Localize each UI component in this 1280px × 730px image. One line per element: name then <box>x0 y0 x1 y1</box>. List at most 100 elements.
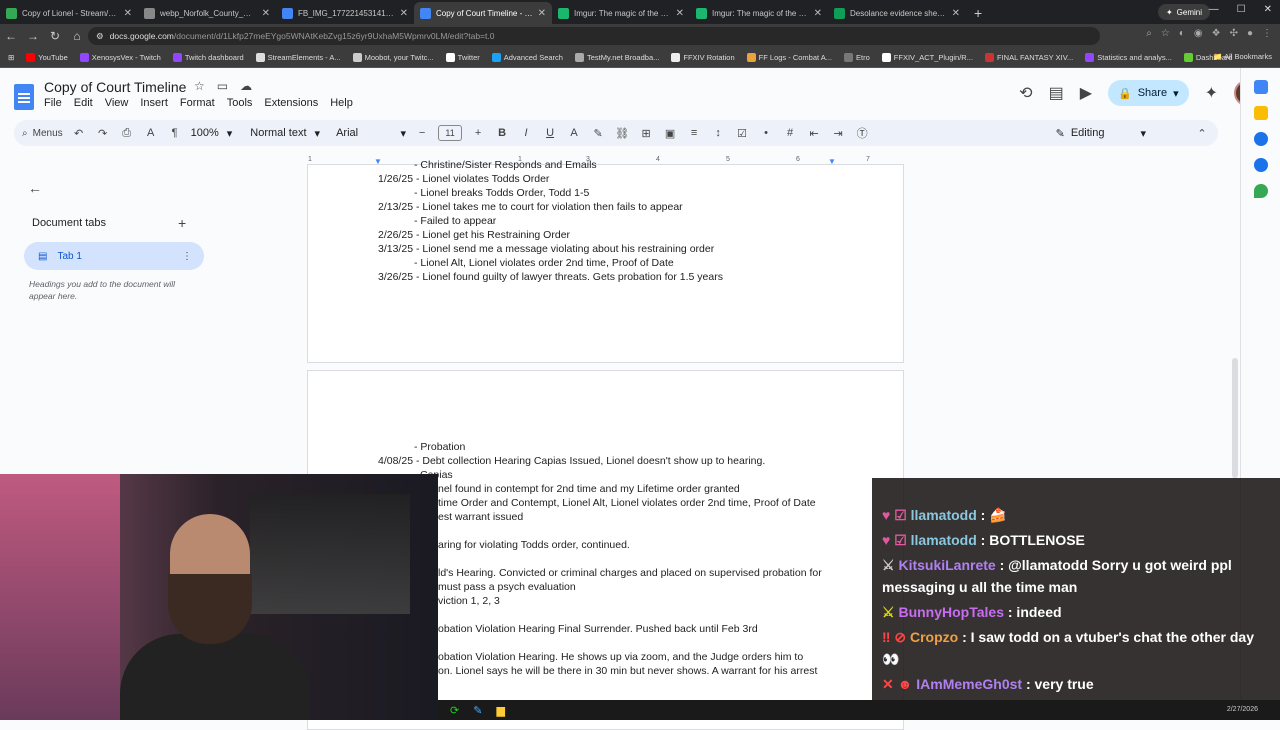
star-icon[interactable]: ☆ <box>194 79 205 93</box>
extension-icon[interactable]: ◐ <box>1179 28 1185 39</box>
bookmark[interactable]: FINAL FANTASY XIV... <box>984 53 1073 62</box>
extension-icon[interactable]: ❖ <box>1212 28 1221 39</box>
underline-icon[interactable]: U <box>542 127 558 139</box>
home-icon[interactable]: ⌂ <box>66 29 88 43</box>
chevron-up-icon[interactable]: ⌃ <box>1194 127 1210 140</box>
tasks-icon[interactable] <box>1253 132 1268 146</box>
cloud-icon[interactable]: ☁ <box>240 79 252 93</box>
decrease-font-icon[interactable]: − <box>414 127 430 139</box>
link-icon[interactable]: ⛓ <box>614 127 630 140</box>
minimize-icon[interactable]: — <box>1209 4 1219 15</box>
close-window-icon[interactable]: ✕ <box>1264 4 1272 15</box>
zoom-select[interactable]: 100% ▾ <box>191 127 233 140</box>
redo-icon[interactable]: ↷ <box>95 127 111 140</box>
comments-icon[interactable]: ▤ <box>1049 83 1064 103</box>
menu-tools[interactable]: Tools <box>227 97 253 109</box>
back-arrow-icon[interactable]: ← <box>28 180 42 196</box>
increase-indent-icon[interactable]: ⇥ <box>830 127 846 140</box>
folder-icon[interactable]: ▆ <box>496 704 504 717</box>
calendar-icon[interactable] <box>1253 80 1268 94</box>
paint-format-icon[interactable]: ¶ <box>167 127 183 139</box>
clear-formatting-icon[interactable]: Ⓣ <box>854 125 870 141</box>
profile-icon[interactable]: ● <box>1247 28 1253 39</box>
gemini-spark-icon[interactable]: ✦ <box>1205 83 1218 103</box>
editing-mode-select[interactable]: ✎ Editing ▾ <box>1056 127 1186 140</box>
bold-icon[interactable]: B <box>494 127 510 139</box>
add-tab-icon[interactable]: + <box>178 215 186 231</box>
browser-tab[interactable]: Imgur: The magic of the Intern ✕ <box>690 2 828 24</box>
share-button[interactable]: 🔒 Share ▾ <box>1108 80 1189 106</box>
undo-icon[interactable]: ↶ <box>71 127 87 140</box>
docs-logo-icon[interactable] <box>14 84 34 110</box>
font-select[interactable]: Arial ▾ <box>336 127 406 140</box>
document-title[interactable]: Copy of Court Timeline <box>44 79 186 95</box>
browser-tab[interactable]: Copy of Lionel - Stream/Youtub✕ <box>0 2 138 24</box>
numbered-list-icon[interactable]: # <box>782 127 798 139</box>
browser-tab[interactable]: Desolance evidence sheet - Go✕ <box>828 2 966 24</box>
bookmark[interactable]: XenosysVex - Twitch <box>79 53 161 62</box>
chevron-down-icon[interactable]: ▾ <box>1173 87 1179 100</box>
browser-tab[interactable]: webp_Norfolk_County_Correcti✕ <box>138 2 276 24</box>
puzzle-icon[interactable]: ✣ <box>1230 28 1238 39</box>
close-icon[interactable]: ✕ <box>814 8 822 19</box>
browser-tab-active[interactable]: Copy of Court Timeline - Goog✕ <box>414 2 552 24</box>
font-size-input[interactable]: 11 <box>438 125 463 141</box>
checklist-icon[interactable]: ☑ <box>734 127 750 140</box>
bookmark[interactable]: Etro <box>844 53 870 62</box>
star-icon[interactable]: ☆ <box>1161 28 1170 39</box>
move-folder-icon[interactable]: ▭ <box>217 79 228 93</box>
reload-icon[interactable]: ↻ <box>44 29 66 43</box>
comment-icon[interactable]: ⊞ <box>638 127 654 140</box>
print-icon[interactable]: ⎙ <box>119 127 135 140</box>
italic-icon[interactable]: I <box>518 127 534 139</box>
bookmark[interactable]: FFXIV_ACT_Plugin/R... <box>881 53 973 62</box>
history-icon[interactable]: ⟲ <box>1019 83 1032 103</box>
sidebar-item-tab1[interactable]: ▤ Tab 1 ⋮ <box>24 242 204 270</box>
bookmark[interactable]: YouTube <box>26 53 68 62</box>
maximize-icon[interactable]: ☐ <box>1237 4 1246 15</box>
bookmark[interactable]: Moobot, your Twitc... <box>352 53 434 62</box>
close-icon[interactable]: ✕ <box>952 8 960 19</box>
gemini-button[interactable]: ✦ Gemini <box>1157 4 1210 20</box>
forward-icon[interactable]: → <box>22 29 44 43</box>
menu-help[interactable]: Help <box>330 97 353 109</box>
all-bookmarks-button[interactable]: 📁 All Bookmarks <box>1213 52 1272 61</box>
vertical-scrollbar[interactable] <box>1232 358 1238 478</box>
style-select[interactable]: Normal text ▾ <box>250 127 320 140</box>
menu-file[interactable]: File <box>44 97 62 109</box>
increase-font-icon[interactable]: + <box>470 127 486 139</box>
extension-icon[interactable]: ◉ <box>1194 28 1203 39</box>
menu-insert[interactable]: Insert <box>140 97 168 109</box>
menu-format[interactable]: Format <box>180 97 215 109</box>
line-spacing-icon[interactable]: ↕ <box>710 127 726 139</box>
meet-icon[interactable]: ▶ <box>1080 83 1092 103</box>
bookmark[interactable]: Advanced Search <box>491 53 563 62</box>
back-icon[interactable]: ← <box>0 29 22 43</box>
menu-extensions[interactable]: Extensions <box>264 97 318 109</box>
taskbar-app-icon[interactable]: ✎ <box>473 704 482 717</box>
more-vert-icon[interactable]: ⋮ <box>182 251 192 262</box>
url-input[interactable]: ⚙ docs.google.com/document/d/1Lkfp27meEY… <box>88 27 1100 45</box>
browser-tab[interactable]: FB_IMG_1772214531415.jpg (9✕ <box>276 2 414 24</box>
menu-view[interactable]: View <box>105 97 129 109</box>
spellcheck-icon[interactable]: A <box>143 127 159 139</box>
bookmark[interactable]: Twitter <box>445 53 480 62</box>
bookmark[interactable]: Twitch dashboard <box>172 53 244 62</box>
new-tab-button[interactable]: + <box>966 2 990 24</box>
menu-edit[interactable]: Edit <box>74 97 93 109</box>
search-menus-button[interactable]: ⌕ Menus <box>22 128 63 139</box>
close-icon[interactable]: ✕ <box>676 8 684 19</box>
taskbar-app-icon[interactable]: ⟳ <box>450 704 459 717</box>
align-icon[interactable]: ≡ <box>686 127 702 139</box>
close-icon[interactable]: ✕ <box>124 8 132 19</box>
bulleted-list-icon[interactable]: • <box>758 127 774 139</box>
contacts-icon[interactable] <box>1253 158 1268 172</box>
close-icon[interactable]: ✕ <box>538 8 546 19</box>
text-color-icon[interactable]: A <box>566 127 582 139</box>
close-icon[interactable]: ✕ <box>262 8 270 19</box>
decrease-indent-icon[interactable]: ⇤ <box>806 127 822 140</box>
highlight-icon[interactable]: ✎ <box>590 127 606 140</box>
image-icon[interactable]: ▣ <box>662 127 678 140</box>
bookmark[interactable]: Statistics and analys... <box>1085 53 1172 62</box>
close-icon[interactable]: ✕ <box>400 8 408 19</box>
